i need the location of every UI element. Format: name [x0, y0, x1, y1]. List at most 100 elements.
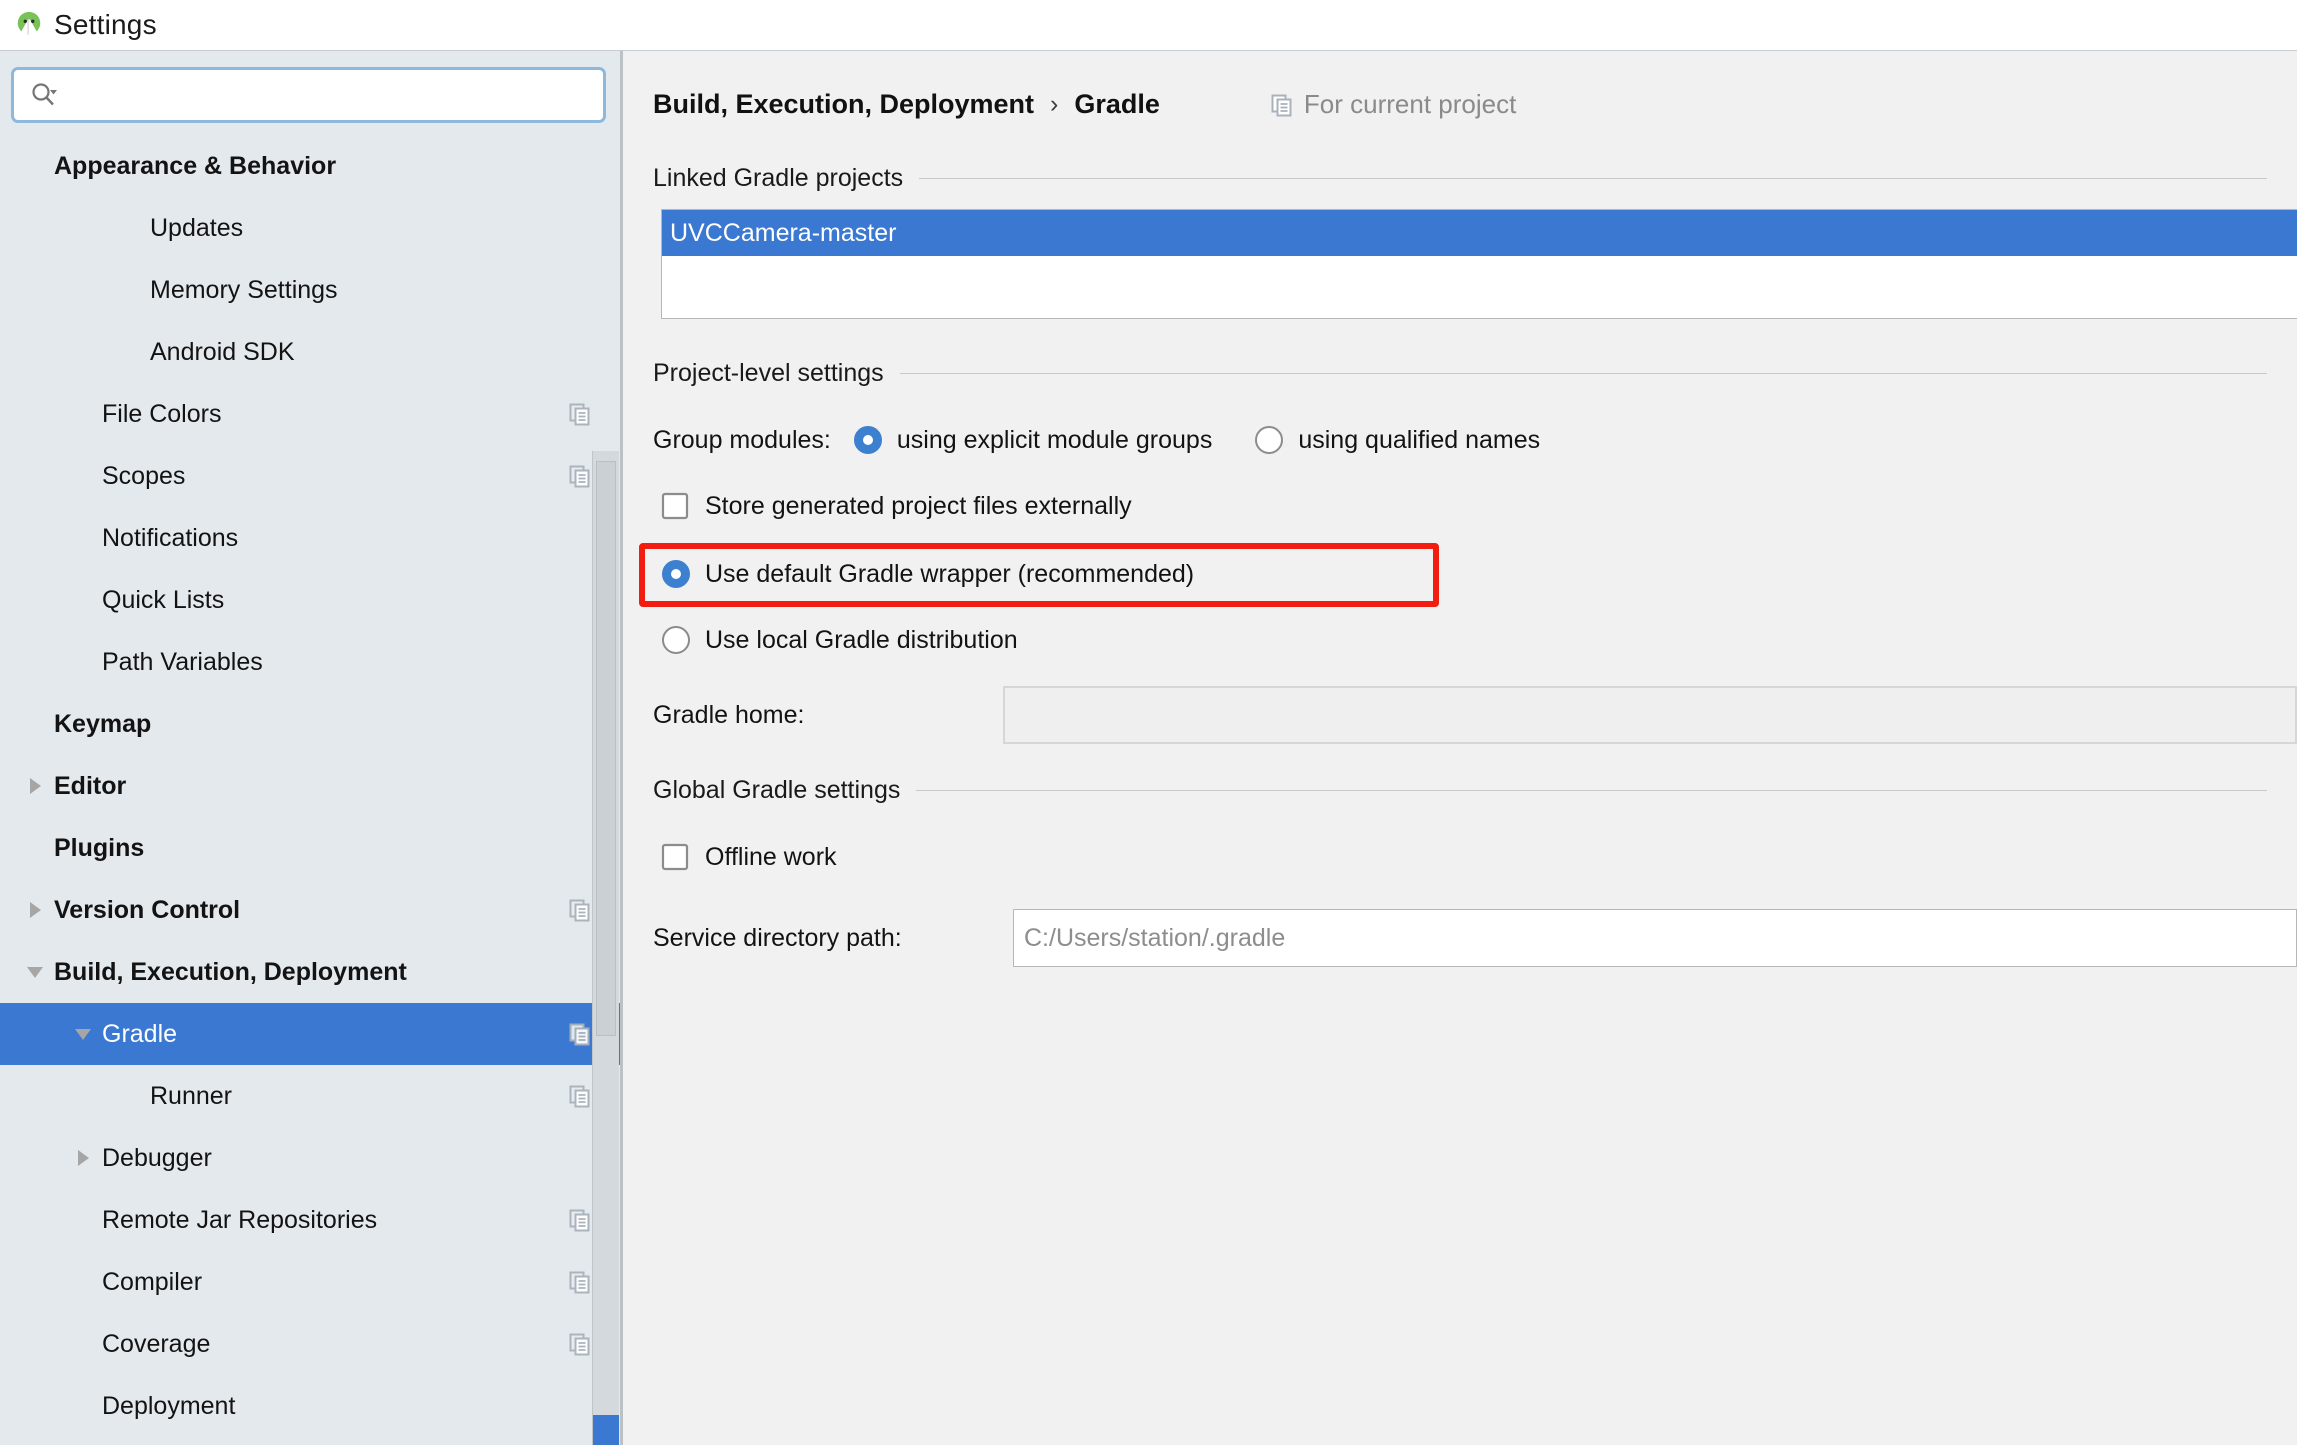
linked-projects-list[interactable]: UVCCamera-master [661, 209, 2297, 319]
offline-work-label[interactable]: Offline work [705, 843, 837, 872]
sidebar-scrollbar[interactable] [592, 451, 619, 1445]
sidebar-item-label: Runner [150, 1081, 232, 1110]
sidebar-item-label: Path Variables [102, 647, 263, 676]
sidebar-item-quick-lists[interactable]: Quick Lists [0, 569, 620, 631]
radio-qualified-names-label[interactable]: using qualified names [1298, 426, 1540, 455]
radio-explicit-module-groups-label[interactable]: using explicit module groups [897, 426, 1212, 455]
radio-default-gradle-wrapper-label[interactable]: Use default Gradle wrapper (recommended) [705, 560, 1194, 589]
sidebar-scrollbar-bottom-marker [593, 1415, 619, 1445]
service-directory-label: Service directory path: [653, 923, 902, 952]
search-area [0, 51, 620, 135]
sidebar-item-memory-settings[interactable]: Memory Settings [0, 259, 620, 321]
copy-icon [1270, 93, 1294, 117]
gradle-home-input [1003, 686, 2297, 744]
window-title: Settings [54, 9, 157, 40]
service-directory-row: Service directory path: C:/Users/station… [653, 909, 2297, 967]
android-studio-icon [14, 10, 44, 40]
copy-icon[interactable] [568, 1208, 592, 1232]
list-item[interactable]: UVCCamera-master [662, 210, 2297, 256]
search-input[interactable] [64, 80, 603, 110]
chevron-down-icon[interactable] [22, 959, 48, 985]
global-settings-title: Global Gradle settings [653, 776, 901, 804]
group-modules-label: Group modules: [653, 425, 831, 454]
copy-icon[interactable] [568, 402, 592, 426]
sidebar-item-compiler[interactable]: Compiler [0, 1251, 620, 1313]
sidebar-item-label: Android SDK [150, 337, 295, 366]
chevron-right-icon[interactable] [22, 897, 48, 923]
settings-sidebar: Appearance & Behavior Updates Memory Setti… [0, 50, 620, 1445]
sidebar-item-debugger[interactable]: Debugger [0, 1127, 620, 1189]
sidebar-item-android-sdk[interactable]: Android SDK [0, 321, 620, 383]
section-rule [916, 790, 2267, 791]
copy-icon[interactable] [568, 1332, 592, 1356]
sidebar-item-label: Updates [150, 213, 244, 242]
section-rule [919, 178, 2267, 179]
sidebar-item-label: Quick Lists [102, 585, 225, 614]
sidebar-item-label: Coverage [102, 1329, 211, 1358]
radio-default-gradle-wrapper[interactable] [661, 559, 691, 589]
breadcrumb-current: Gradle [1074, 89, 1160, 119]
sidebar-item-updates[interactable]: Updates [0, 197, 620, 259]
copy-icon[interactable] [568, 1084, 592, 1108]
sidebar-item-notifications[interactable]: Notifications [0, 507, 620, 569]
copy-icon[interactable] [568, 898, 592, 922]
sidebar-item-plugins[interactable]: Plugins [0, 817, 620, 879]
sidebar-item-runner[interactable]: Runner [0, 1065, 620, 1127]
sidebar-item-keymap[interactable]: Keymap [0, 693, 620, 755]
sidebar-item-gradle[interactable]: Gradle [0, 1003, 620, 1065]
scope-indicator[interactable]: For current project [1270, 89, 1516, 120]
sidebar-item-label: Editor [54, 771, 127, 800]
sidebar-item-deployment[interactable]: Deployment [0, 1375, 620, 1437]
store-generated-row: Store generated project files externally [661, 480, 2297, 532]
sidebar-item-build-execution-deployment[interactable]: Build, Execution, Deployment [0, 941, 620, 1003]
linked-projects-title: Linked Gradle projects [653, 164, 904, 192]
sidebar-item-label: Compiler [102, 1267, 203, 1296]
sidebar-item-coverage[interactable]: Coverage [0, 1313, 620, 1375]
sidebar-item-remote-jar-repositories[interactable]: Remote Jar Repositories [0, 1189, 620, 1251]
sidebar-item-label: Gradle [102, 1019, 178, 1048]
gradle-settings-pane: Build, Execution, Deployment › Gradle Fo… [623, 50, 2297, 1445]
radio-local-gradle-distribution-label[interactable]: Use local Gradle distribution [705, 626, 1018, 655]
sidebar-item-label: Version Control [54, 895, 241, 924]
sidebar-item-editor[interactable]: Editor [0, 755, 620, 817]
service-directory-input[interactable]: C:/Users/station/.gradle [1013, 909, 2297, 967]
chevron-down-icon[interactable] [70, 1021, 96, 1047]
offline-work-row: Offline work [661, 831, 2297, 883]
store-generated-label[interactable]: Store generated project files externally [705, 492, 1132, 521]
sidebar-item-label: Deployment [102, 1391, 236, 1420]
search-box[interactable] [11, 67, 606, 123]
copy-icon[interactable] [568, 1270, 592, 1294]
sidebar-item-label: File Colors [102, 399, 222, 428]
copy-icon[interactable] [568, 464, 592, 488]
sidebar-item-label: Memory Settings [150, 275, 338, 304]
checkbox-store-generated[interactable] [661, 492, 689, 520]
radio-qualified-names[interactable] [1254, 425, 1284, 455]
sidebar-item-label: Scopes [102, 461, 186, 490]
sidebar-item-version-control[interactable]: Version Control [0, 879, 620, 941]
radio-local-gradle-distribution[interactable] [661, 625, 691, 655]
sidebar-item-path-variables[interactable]: Path Variables [0, 631, 620, 693]
scope-label: For current project [1303, 89, 1517, 119]
gradle-home-label: Gradle home: [653, 700, 805, 729]
sidebar-item-label: Notifications [102, 523, 239, 552]
sidebar-item-file-colors[interactable]: File Colors [0, 383, 620, 445]
sidebar-scrollbar-thumb[interactable] [596, 461, 616, 1036]
copy-icon[interactable] [568, 1022, 592, 1046]
sidebar-item-label: Build, Execution, Deployment [54, 957, 407, 986]
breadcrumb-parent[interactable]: Build, Execution, Deployment [653, 89, 1034, 120]
chevron-right-icon[interactable] [22, 773, 48, 799]
chevron-right-icon[interactable] [70, 1145, 96, 1171]
sidebar-item-scopes[interactable]: Scopes [0, 445, 620, 507]
sidebar-item-label: Appearance & Behavior [54, 151, 337, 180]
use-local-distribution-row: Use local Gradle distribution [661, 614, 2297, 666]
linked-projects-section-header: Linked Gradle projects [653, 164, 2267, 193]
global-settings-section-header: Global Gradle settings [653, 776, 2267, 805]
gradle-home-row: Gradle home: [653, 686, 2297, 744]
project-level-section-header: Project-level settings [653, 359, 2267, 388]
radio-explicit-module-groups[interactable] [853, 425, 883, 455]
checkbox-offline-work[interactable] [661, 843, 689, 871]
breadcrumb-separator: › [1050, 90, 1059, 118]
sidebar-item-label: Remote Jar Repositories [102, 1205, 378, 1234]
sidebar-item-appearance-behavior[interactable]: Appearance & Behavior [0, 135, 620, 197]
use-default-wrapper-row: Use default Gradle wrapper (recommended) [661, 548, 2297, 600]
